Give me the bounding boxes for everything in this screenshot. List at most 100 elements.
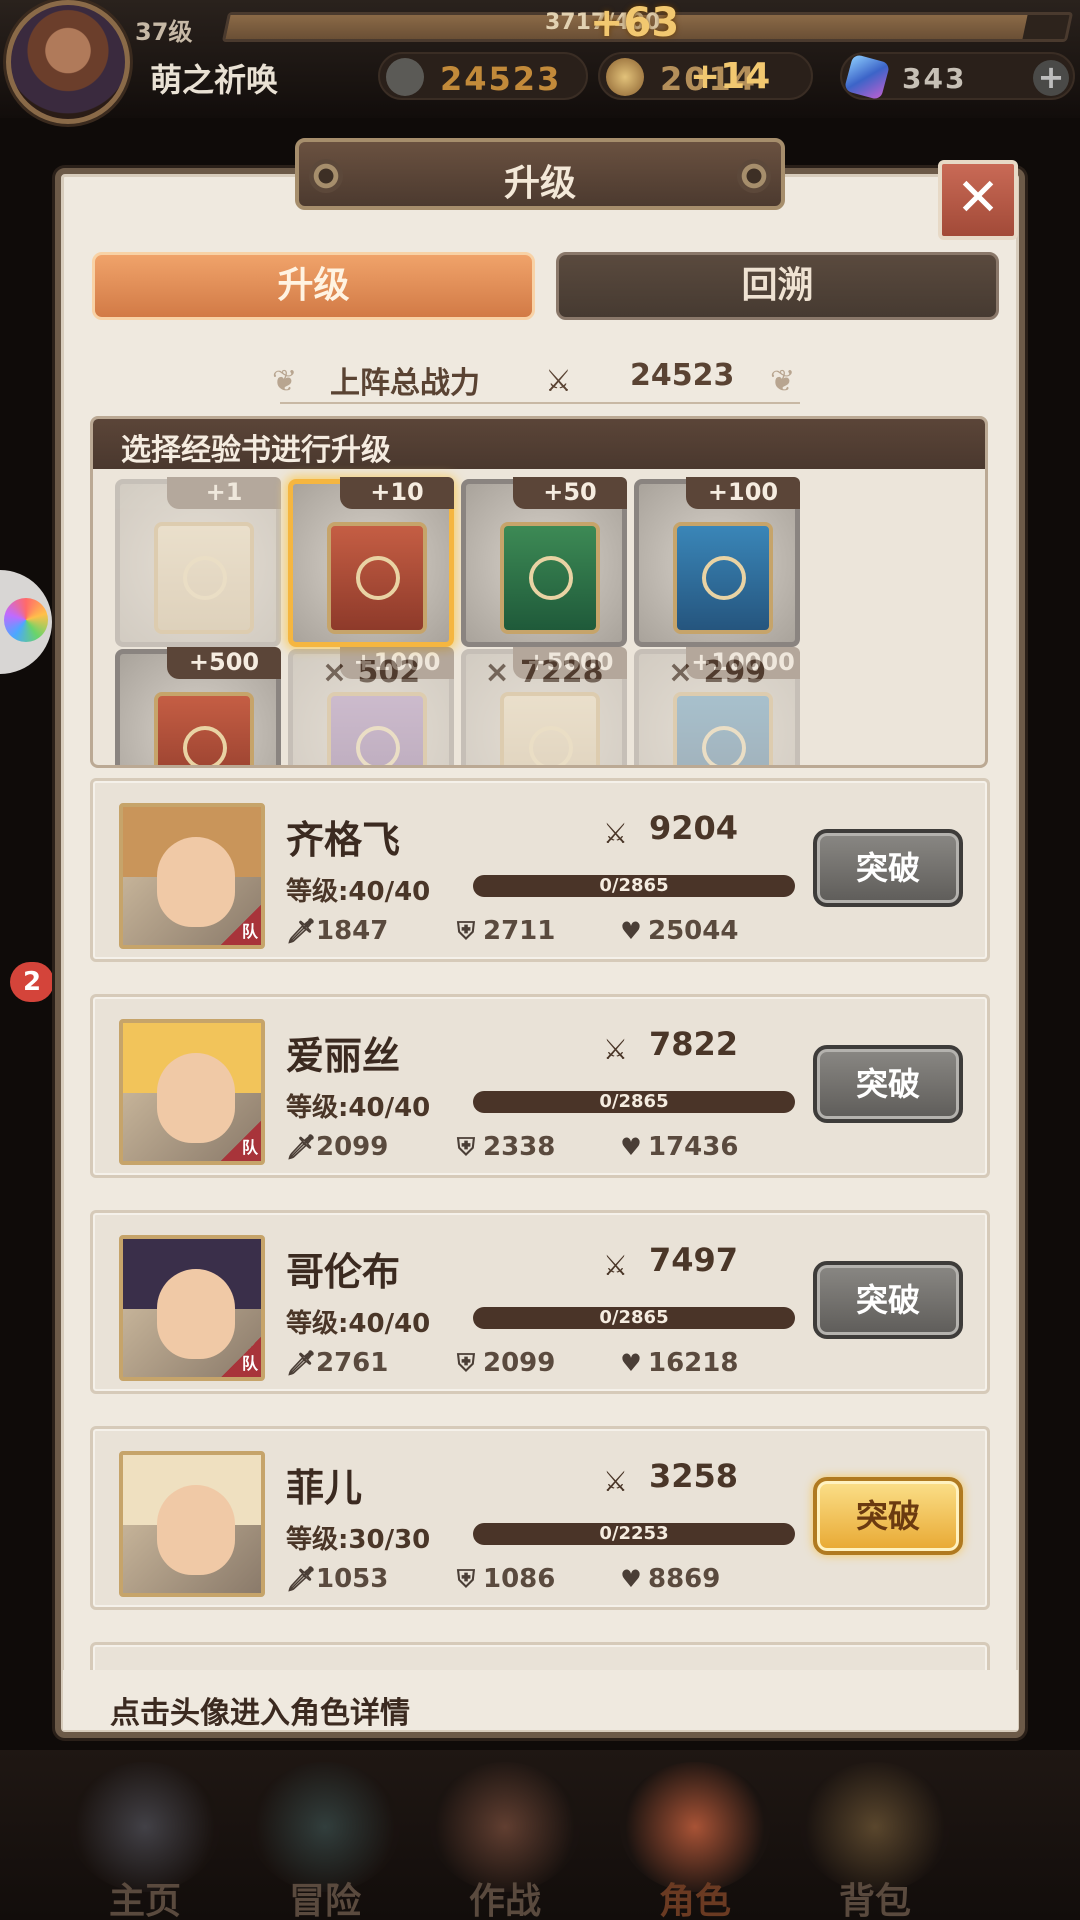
hero-name: 哥伦布 [286,1250,401,1294]
book-exp-badge: +5000 [513,647,627,679]
hero-face [157,1485,235,1575]
book-exp-badge: +1 [167,477,281,509]
nav-item[interactable]: 背包 [790,1750,960,1920]
hero-portrait[interactable]: 队 [119,1235,265,1381]
nav-label: 角色 [658,1881,731,1920]
tab-upgrade[interactable]: 升级 [92,252,535,320]
hero-hp: ♥ 17436 [618,1132,738,1162]
hero-attack: 🗡2761 [286,1348,388,1378]
gold-gain-popup: +14 [690,56,771,97]
hero-defense: ⛨ 2711 [453,916,555,946]
hero-card: 队 哥伦布 ⚔ 7497 等级:40/40 0/2865 🗡2761 ⛨ 2099 ♥ 16218 突… [90,1210,990,1394]
exp-book-header: 选择经验书进行升级 [93,419,985,469]
hero-hp-value: 8869 [648,1564,721,1594]
nav-item[interactable]: 冒险 [240,1750,410,1920]
power-pill: 24523 [378,52,588,100]
player-avatar[interactable] [6,0,130,124]
exp-book-icon [154,522,254,634]
footer-hint: 点击头像进入角色详情 [110,1696,410,1731]
bottom-nav: 主页 冒险 作战 角色 背包 [0,1750,1080,1920]
breakthrough-button[interactable]: 突破 [813,1477,963,1555]
nav-item[interactable]: 角色 [610,1750,780,1920]
tab-revert[interactable]: 回溯 [556,252,999,320]
nav-item[interactable]: 主页 [60,1750,230,1920]
hero-defense-value: 2099 [483,1348,556,1378]
power-value: 24523 [440,60,562,98]
crossed-swords-icon: ⚔ [603,1033,629,1066]
hero-power: 9204 [649,809,739,847]
hero-defense: ⛨ 2338 [453,1132,555,1162]
hero-level: 等级:40/40 [286,1309,431,1339]
assistant-icon [4,598,48,642]
exp-book-header-text: 选择经验书进行升级 [121,433,391,468]
gem-icon [843,53,891,101]
ornament-left: ❦ [272,364,298,399]
hero-level: 等级:30/30 [286,1525,431,1555]
floating-assistant-button[interactable] [0,570,52,674]
xp-gain-popup: +63 [590,0,680,46]
shield-icon: ⛨ [457,1349,475,1377]
hero-level: 等级:40/40 [286,1093,431,1123]
hero-defense-value: 2711 [483,916,556,946]
heart-icon: ♥ [620,1349,642,1377]
hero-exp-bar: 0/2865 [473,875,795,897]
nav-item[interactable]: 作战 [420,1750,590,1920]
hero-attack-value: 1053 [316,1564,389,1594]
hero-attack-value: 2761 [316,1348,389,1378]
hero-list[interactable]: 队齐格飞 ⚔ 9204 等级:40/40 0/2865 🗡1847 ⛨ 2711 ♥ 25044 突… [90,778,992,1674]
exp-book-icon [673,522,773,634]
ornament-right: ❦ [770,364,796,399]
breakthrough-button[interactable]: 突破 [813,1261,963,1339]
add-gems-button[interactable]: + [1033,60,1069,96]
breakthrough-button[interactable]: 突破 [813,1045,963,1123]
exp-book-panel: 选择经验书进行升级 +1× 0+10× 502+50× 7228+100× 29… [90,416,988,768]
nav-label: 背包 [838,1881,911,1920]
player-level: 37级 [135,18,193,46]
hero-defense-value: 1086 [483,1564,556,1594]
hero-level: 等级:40/40 [286,877,431,907]
sword-icon: 🗡 [286,1349,317,1377]
hero-power: 3258 [649,1457,739,1495]
hero-attack: 🗡1847 [286,916,388,946]
exp-book-icon [327,522,427,634]
breakthrough-button[interactable]: 突破 [813,829,963,907]
coin-icon [606,58,644,96]
exp-book-icon [500,692,600,765]
hero-attack: 🗡1053 [286,1564,388,1594]
hero-portrait[interactable] [119,1451,265,1597]
sword-icon: 🗡 [286,1565,317,1593]
gem-pill: 343 + [840,52,1075,101]
hero-defense: ⛨ 1086 [453,1564,555,1594]
gem-value: 343 [902,62,967,95]
hero-power: 7497 [649,1241,739,1279]
book-emblem-icon [183,556,227,600]
book-emblem-icon [356,726,400,765]
book-exp-badge: +500 [167,647,281,679]
hero-card: 队 爱丽丝 ⚔ 7822 等级:40/40 0/2865 🗡2099 ⛨ 2338 ♥ 17436 突… [90,994,990,1178]
crossed-swords-icon: ⚔ [603,817,629,850]
hero-portrait[interactable]: 队 [119,1019,265,1165]
book-emblem-icon [702,556,746,600]
team-power-row: ❦ 上阵总战力 ⚔ 24523 ❦ [272,358,800,406]
hero-name: 齐格飞 [286,818,401,862]
hero-hp: ♥ 25044 [618,916,738,946]
exp-book-icon [154,692,254,765]
team-power-label: 上阵总战力 [330,366,480,401]
book-emblem-icon [529,726,573,765]
exp-book-icon [327,692,427,765]
hero-exp-bar: 0/2865 [473,1307,795,1329]
book-exp-badge: +50 [513,477,627,509]
nav-label: 作战 [468,1881,541,1920]
hero-portrait[interactable]: 队 [119,803,265,949]
book-exp-badge: +10 [340,477,454,509]
close-button[interactable]: ✕ [938,160,1018,240]
chat-badge[interactable]: 2 [10,962,54,1002]
team-power-value: 24523 [630,358,735,393]
shield-icon: ⛨ [457,1133,475,1161]
book-exp-badge: +100 [686,477,800,509]
team-tag: 队 [221,1337,261,1377]
heart-icon: ♥ [620,1565,642,1593]
hero-hp: ♥ 8869 [618,1564,720,1594]
hero-hp-value: 25044 [648,916,739,946]
dialog-title: 升级 [503,163,576,204]
